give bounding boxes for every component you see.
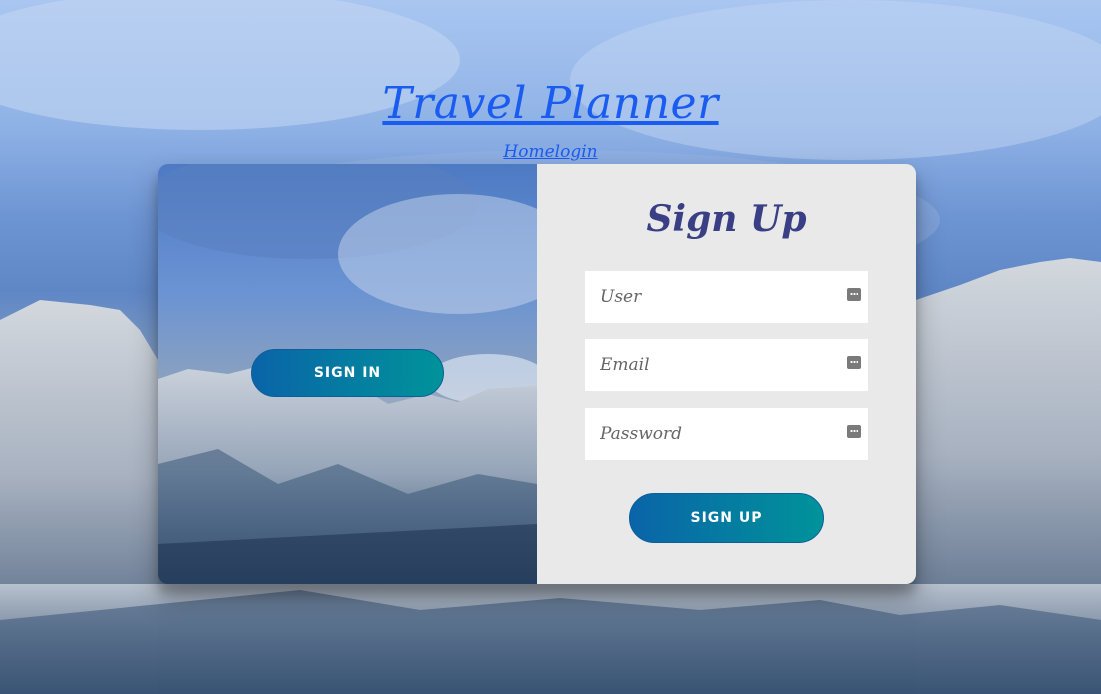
password-input[interactable] bbox=[585, 408, 868, 460]
email-field-wrapper bbox=[585, 339, 868, 391]
sign-in-button[interactable]: SIGN IN bbox=[251, 349, 444, 397]
password-manager-icon[interactable] bbox=[847, 356, 861, 369]
email-input[interactable] bbox=[585, 339, 868, 391]
form-title: Sign Up bbox=[646, 198, 807, 240]
user-field-wrapper bbox=[585, 271, 868, 323]
signup-form: Sign Up SIGN UP bbox=[537, 164, 916, 584]
nav-bar: Homelogin bbox=[0, 142, 1101, 162]
password-manager-icon[interactable] bbox=[847, 288, 861, 301]
overlay-panel: SIGN IN bbox=[158, 164, 537, 584]
password-manager-icon[interactable] bbox=[847, 425, 861, 438]
site-header: Travel Planner bbox=[0, 78, 1101, 129]
user-input[interactable] bbox=[585, 271, 868, 323]
password-field-wrapper bbox=[585, 408, 868, 460]
auth-card: SIGN IN Sign Up SIGN UP bbox=[158, 164, 916, 584]
sign-up-button[interactable]: SIGN UP bbox=[629, 493, 824, 543]
site-title-link[interactable]: Travel Planner bbox=[382, 78, 718, 129]
home-login-link[interactable]: Homelogin bbox=[503, 142, 597, 162]
